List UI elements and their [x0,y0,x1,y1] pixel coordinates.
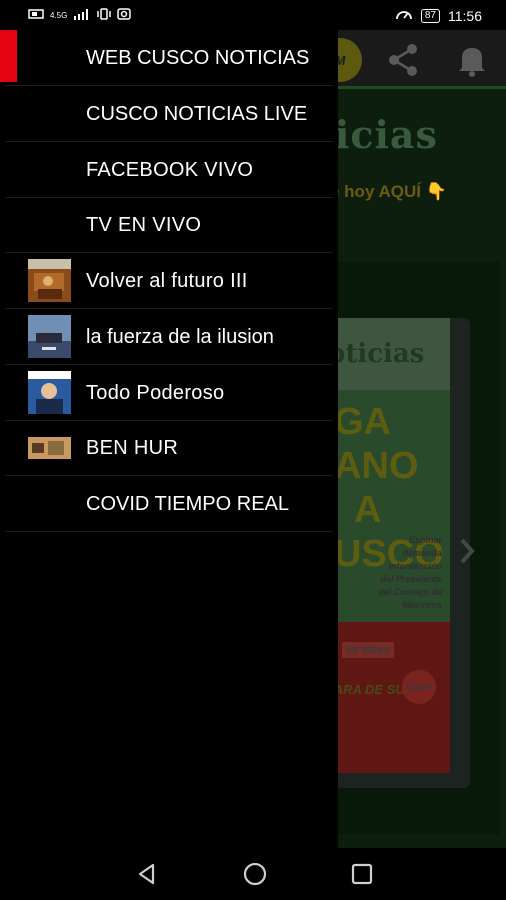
menu-item-label: TV EN VIVO [86,213,202,236]
menu-item-label: BEN HUR [86,436,179,459]
menu-item-facebook-vivo[interactable]: FACEBOOK VIVO [5,142,333,198]
caption-line: Espinar [408,535,442,545]
menu-item-label: COVID TIEMPO REAL [86,492,290,515]
speed-gauge-icon [395,7,413,24]
poster-caption: Espinar demanda intervención del Preside… [378,534,442,612]
menu-item-covid-tiempo-real[interactable]: COVID TIEMPO REAL [5,476,333,532]
caption-line: del Consejo de [377,587,442,597]
caption-line: demanda [402,548,442,558]
signal-icon [73,8,91,23]
chevron-right-icon[interactable] [458,536,476,566]
menu-item-label: la fuerza de la ilusion [86,325,274,348]
menu-item-label: FACEBOOK VIVO [86,158,254,181]
menu-item-ben-hur[interactable]: BEN HUR [5,420,333,476]
movie-poster-thumbnail [28,259,71,302]
menu-item-la-fuerza-de-la-ilusion[interactable]: la fuerza de la ilusion [5,309,333,365]
app-subtitle: e hoy AQUÍ 👇 [330,182,447,201]
share-icon[interactable] [384,40,424,80]
movie-poster-thumbnail [28,371,71,414]
poster-line-3: A [354,489,382,531]
navigation-drawer: WEB CUSCO NOTICIAS CUSCO NOTICIAS LIVE F… [0,30,338,848]
menu-item-label: WEB CUSCO NOTICIAS [86,46,310,69]
status-left: 4.5G [28,8,132,23]
caption-line: intervención [388,561,442,571]
menu-item-volver-al-futuro[interactable]: Volver al futuro III [5,253,333,309]
back-triangle-icon[interactable] [134,861,160,887]
movie-poster-thumbnail [28,437,71,459]
caption-line: Ministros [401,600,442,610]
recents-square-icon[interactable] [349,861,375,887]
ad-badge: 60 Mbps [342,642,395,658]
caption-line: del Presidente [380,574,442,584]
movie-poster-thumbnail [28,315,71,358]
selected-indicator [0,30,17,82]
poster-line-2: ANO [334,445,419,487]
menu-item-label: Todo Poderoso [86,381,225,404]
menu-item-tv-en-vivo[interactable]: TV EN VIVO [5,197,333,253]
menu-item-cusco-noticias-live[interactable]: CUSCO NOTICIAS LIVE [5,86,333,142]
ad-brand-logo: Claro [402,670,436,704]
bell-icon[interactable] [452,40,492,80]
clock: 11:56 [448,7,482,24]
status-bar: 4.5G 87 11:56 [0,0,506,30]
status-right: 87 11:56 [395,7,482,24]
vibrate-icon [97,8,112,23]
menu-item-label: Volver al futuro III [86,269,248,292]
menu-item-web-cusco-noticias[interactable]: WEB CUSCO NOTICIAS [0,30,333,86]
system-navigation-bar [0,848,506,900]
poster-line-1: GA [334,401,391,443]
battery-icon: 87 [420,8,440,23]
network-type: 4.5G [50,11,68,20]
home-circle-icon[interactable] [242,861,268,887]
sim-icon [28,8,44,23]
menu-item-todo-poderoso[interactable]: Todo Poderoso [5,365,333,421]
camera-app-icon [117,8,132,23]
menu-item-label: CUSCO NOTICIAS LIVE [86,102,308,125]
